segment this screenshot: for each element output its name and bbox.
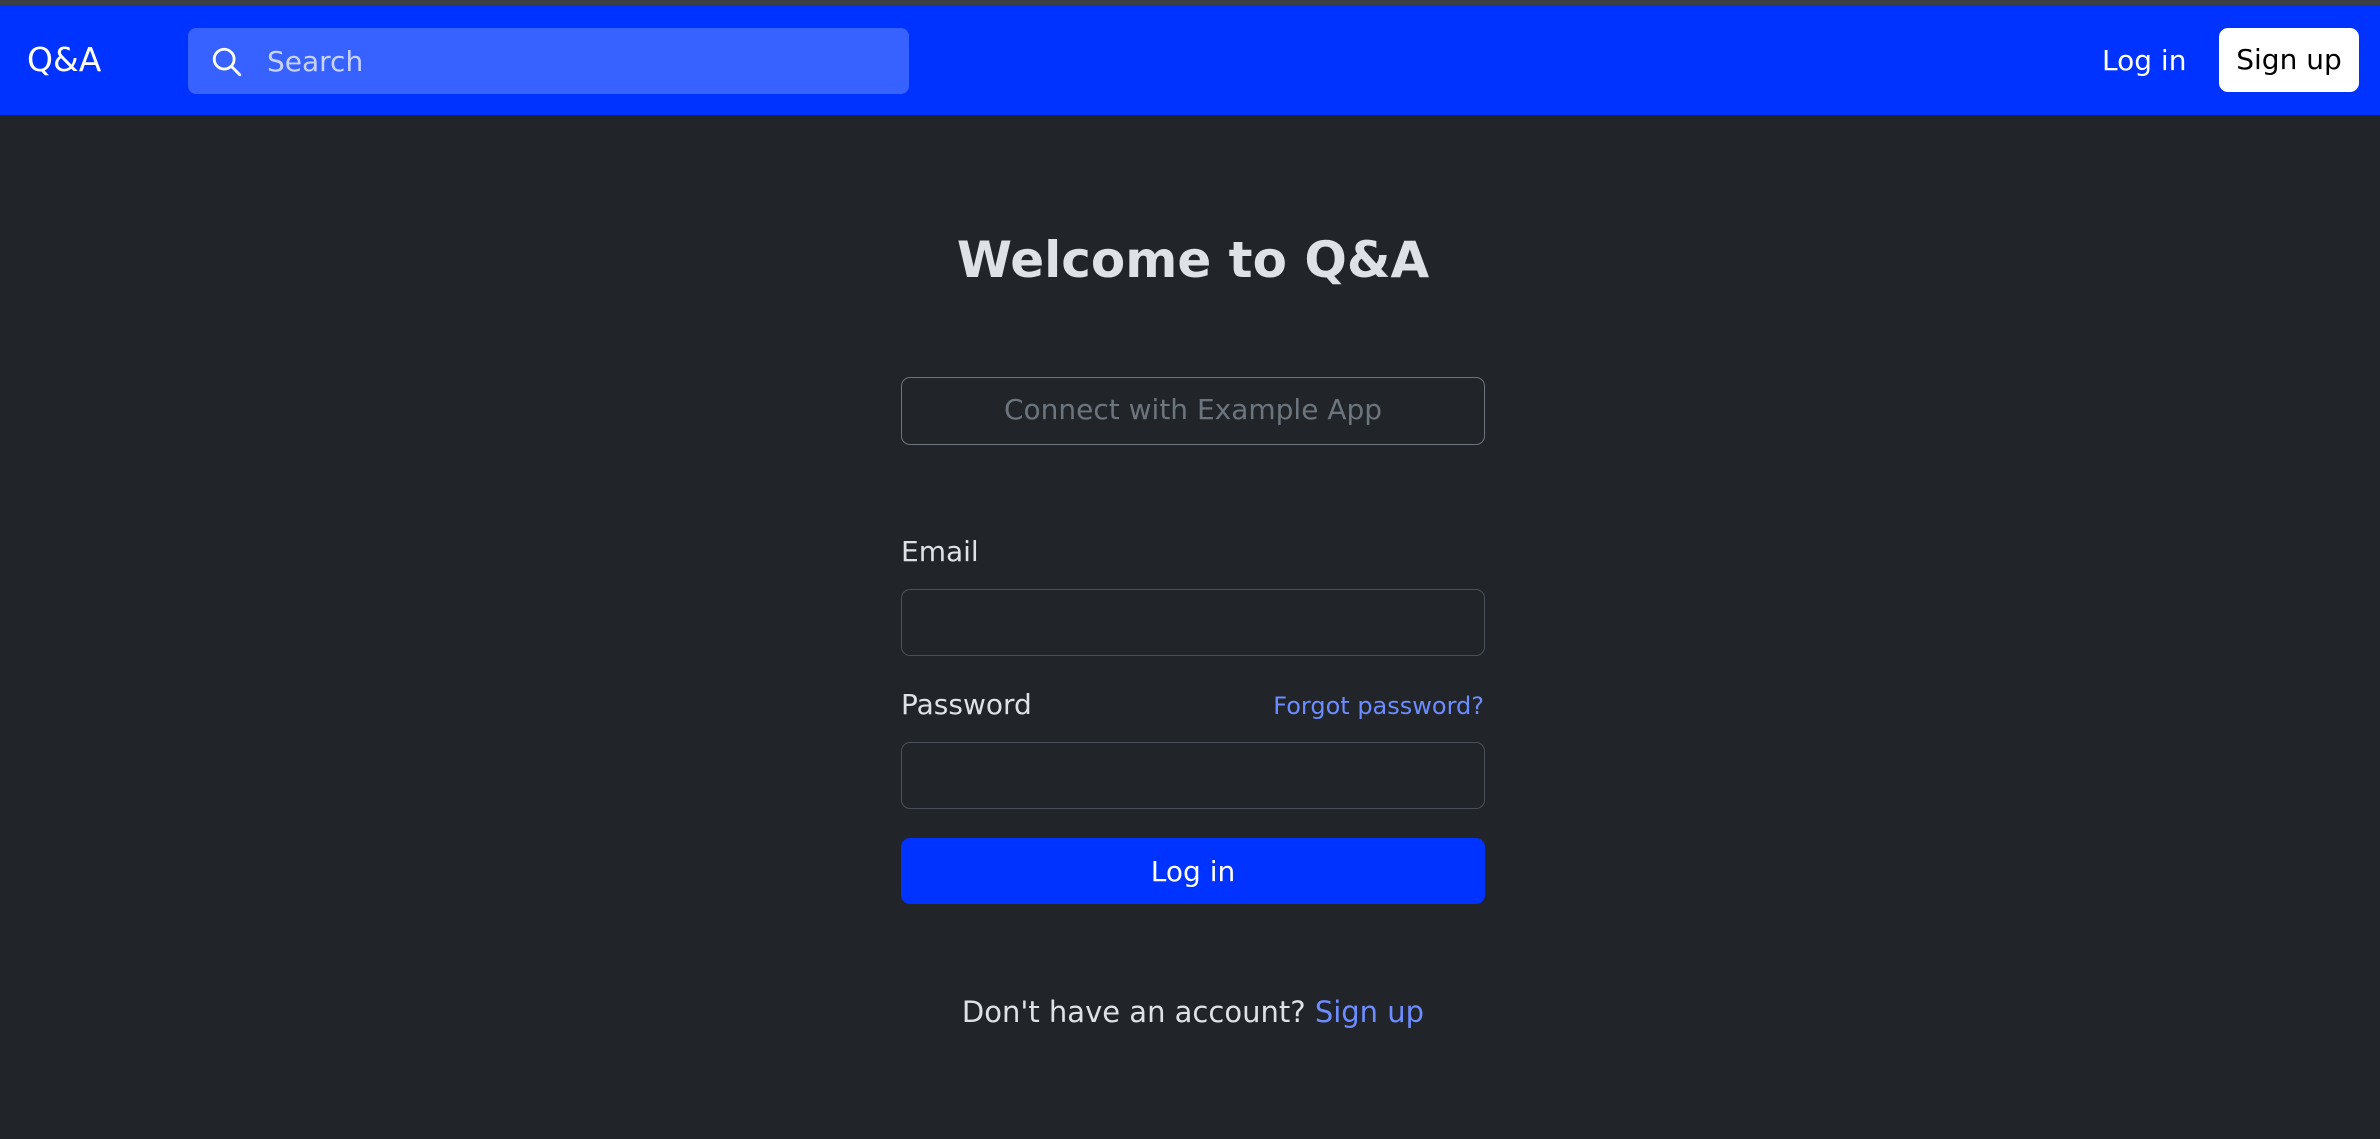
signup-button[interactable]: Sign up <box>2219 28 2359 92</box>
search-icon <box>212 47 242 77</box>
login-link[interactable]: Log in <box>2102 43 2186 79</box>
navbar: Q&A Log in Sign up <box>0 5 2380 115</box>
forgot-password-link[interactable]: Forgot password? <box>1273 690 1484 722</box>
login-submit-button[interactable]: Log in <box>901 838 1485 904</box>
search-input[interactable] <box>265 28 885 94</box>
signup-prompt: Don't have an account? Sign up <box>0 993 2380 1031</box>
connect-example-app-button[interactable]: Connect with Example App <box>901 377 1485 445</box>
email-label: Email <box>901 535 979 568</box>
signup-link[interactable]: Sign up <box>1315 995 1424 1029</box>
password-label: Password <box>901 688 1032 721</box>
page-title: Welcome to Q&A <box>956 231 1430 289</box>
no-account-text: Don't have an account? <box>961 995 1306 1029</box>
brand-logo[interactable]: Q&A <box>27 40 101 80</box>
search-box[interactable] <box>188 28 909 94</box>
email-field[interactable] <box>901 589 1485 656</box>
password-field[interactable] <box>901 742 1485 809</box>
